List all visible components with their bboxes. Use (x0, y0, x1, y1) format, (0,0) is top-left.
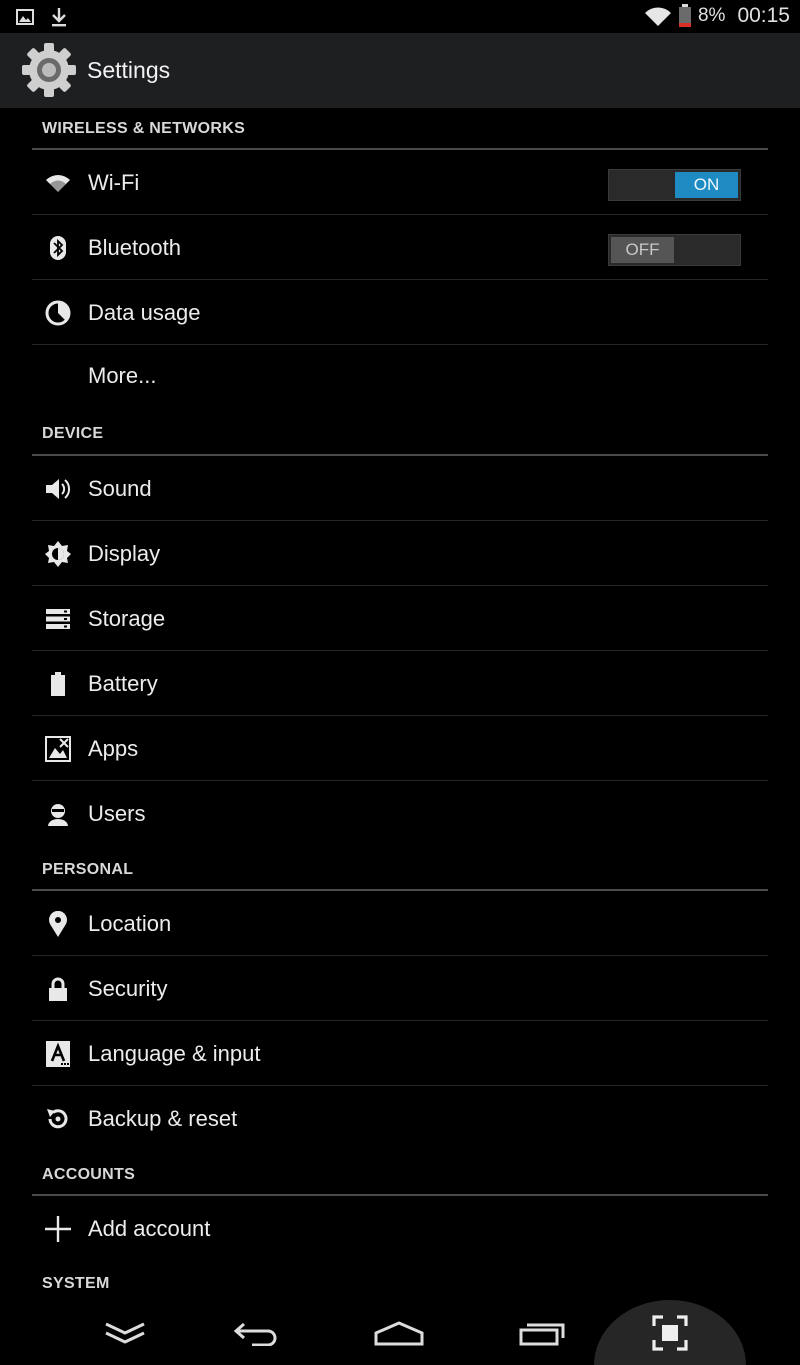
settings-list[interactable]: WIRELESS & NETWORKS Wi-Fi ON Bluetooth O… (0, 108, 800, 1300)
section-header-personal: PERSONAL (32, 846, 768, 891)
settings-item-label: Display (88, 541, 161, 566)
settings-item-label: Battery (88, 671, 158, 696)
page-title: Settings (87, 57, 171, 83)
settings-item-security[interactable]: Security (32, 956, 768, 1021)
settings-item-label: Language & input (88, 1041, 261, 1066)
settings-item-label: Location (88, 911, 172, 936)
settings-item-label: Add account (88, 1216, 211, 1241)
lock-icon (44, 976, 72, 1002)
settings-item-users[interactable]: Users (32, 781, 768, 846)
settings-item-label: Sound (88, 476, 152, 501)
toggle-state: OFF (611, 237, 674, 263)
wifi-icon (644, 7, 671, 26)
settings-item-label: Storage (88, 606, 166, 631)
collapse-button[interactable] (90, 1300, 160, 1365)
settings-item-location[interactable]: Location (32, 891, 768, 956)
settings-item-label: Wi-Fi (88, 170, 140, 195)
screenshot-button[interactable] (632, 1300, 708, 1365)
settings-item-wifi[interactable]: Wi-Fi ON (32, 150, 768, 215)
location-pin-icon (44, 911, 72, 937)
screenshot-icon (652, 1314, 688, 1351)
settings-item-data-usage[interactable]: Data usage (32, 280, 768, 345)
back-icon (233, 1322, 277, 1346)
settings-item-label: Bluetooth (88, 235, 181, 260)
home-button[interactable] (362, 1300, 436, 1365)
section-header-system: SYSTEM (42, 1275, 110, 1292)
settings-item-bluetooth[interactable]: Bluetooth OFF (32, 215, 768, 280)
settings-item-label: Security (88, 976, 168, 1001)
user-icon (44, 801, 72, 827)
bluetooth-icon (44, 235, 72, 261)
speaker-icon (44, 476, 72, 502)
settings-item-label: Apps (88, 736, 139, 761)
section-header-wireless: WIRELESS & NETWORKS (32, 108, 768, 150)
settings-item-sound[interactable]: Sound (32, 456, 768, 521)
navigation-bar (0, 1300, 800, 1365)
brightness-icon (44, 541, 72, 567)
apps-icon (44, 736, 72, 762)
section-header-device: DEVICE (32, 404, 768, 456)
settings-item-battery[interactable]: Battery (32, 651, 768, 716)
home-icon (374, 1320, 424, 1345)
settings-item-label: Users (88, 801, 146, 826)
battery-icon (678, 4, 691, 27)
language-icon (44, 1041, 72, 1067)
toggle-state: ON (675, 172, 738, 198)
settings-item-apps[interactable]: Apps (32, 716, 768, 781)
settings-item-language[interactable]: Language & input (32, 1021, 768, 1086)
plus-icon (44, 1216, 72, 1242)
action-bar: Settings (0, 33, 800, 108)
storage-icon (44, 606, 72, 632)
battery-percent: 8% (697, 5, 726, 26)
back-button[interactable] (220, 1300, 290, 1365)
status-bar: 8% 00:15 (0, 0, 800, 33)
settings-item-label: Backup & reset (88, 1106, 238, 1131)
settings-item-storage[interactable]: Storage (32, 586, 768, 651)
settings-item-backup[interactable]: Backup & reset (32, 1086, 768, 1151)
backup-icon (44, 1106, 72, 1132)
recents-icon (519, 1323, 565, 1345)
settings-item-label: More... (88, 363, 157, 388)
settings-item-more[interactable]: More... (32, 345, 768, 404)
settings-item-display[interactable]: Display (32, 521, 768, 586)
wifi-icon (44, 170, 72, 196)
wifi-toggle[interactable]: ON (608, 169, 741, 201)
battery-icon (44, 671, 72, 697)
download-icon (52, 8, 66, 27)
collapse-icon (105, 1322, 145, 1344)
recents-button[interactable] (507, 1300, 579, 1365)
data-usage-icon (44, 300, 72, 326)
settings-item-label: Data usage (88, 300, 201, 325)
clock: 00:15 (737, 4, 790, 27)
settings-gear-icon[interactable] (18, 39, 80, 101)
section-header-accounts: ACCOUNTS (32, 1151, 768, 1196)
bluetooth-toggle[interactable]: OFF (608, 234, 741, 266)
image-icon (16, 9, 34, 25)
settings-item-add-account[interactable]: Add account (32, 1196, 768, 1261)
